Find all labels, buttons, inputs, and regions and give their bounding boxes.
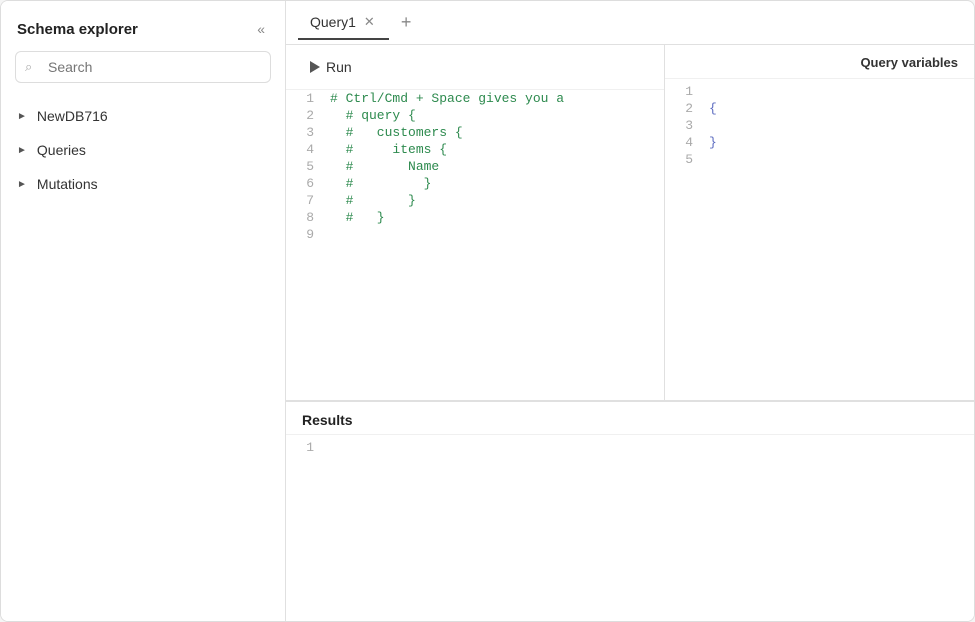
line-content	[705, 117, 974, 134]
line-content: # query {	[326, 107, 664, 124]
tab-add-button[interactable]: +	[393, 8, 420, 37]
line-content: # customers {	[326, 124, 664, 141]
line-number: 3	[665, 117, 705, 134]
line-number: 1	[286, 439, 326, 456]
variables-code[interactable]: 1 2 { 3 4 } 5	[665, 79, 974, 400]
sidebar: Schema explorer « ⌕ ► NewDB716 ► Queries…	[1, 1, 286, 621]
table-row: 5 # Name	[286, 158, 664, 175]
variables-panel: Query variables 1 2 { 3 4 } 5	[664, 45, 974, 400]
editor-area: Run 1 # Ctrl/Cmd + Space gives you a 2 #…	[286, 45, 974, 401]
tab-close-button[interactable]: ✕	[362, 14, 377, 30]
line-content: # }	[326, 209, 664, 226]
results-code: 1	[286, 435, 974, 460]
line-number: 2	[665, 100, 705, 117]
line-content: }	[705, 134, 974, 151]
table-row: 3 # customers {	[286, 124, 664, 141]
chevron-right-icon: ►	[17, 111, 27, 122]
line-number: 8	[286, 209, 326, 226]
line-content: # }	[326, 192, 664, 209]
code-table: 1 # Ctrl/Cmd + Space gives you a 2 # que…	[286, 90, 664, 243]
collapse-button[interactable]: «	[253, 19, 269, 39]
variables-header: Query variables	[665, 45, 974, 79]
line-content: # items {	[326, 141, 664, 158]
sidebar-title: Schema explorer	[17, 21, 138, 38]
line-number: 6	[286, 175, 326, 192]
sidebar-item-mutations[interactable]: ► Mutations	[1, 167, 285, 201]
app-container: Schema explorer « ⌕ ► NewDB716 ► Queries…	[0, 0, 975, 622]
results-area: Results 1	[286, 401, 974, 621]
table-row: 8 # }	[286, 209, 664, 226]
table-row: 1	[665, 83, 974, 100]
table-row: 4 }	[665, 134, 974, 151]
line-content	[326, 439, 334, 456]
table-row: 4 # items {	[286, 141, 664, 158]
sidebar-nav: ► NewDB716 ► Queries ► Mutations	[1, 95, 285, 621]
line-content: # Name	[326, 158, 664, 175]
tab-label: Query1	[310, 14, 356, 30]
table-row: 7 # }	[286, 192, 664, 209]
run-button[interactable]: Run	[302, 55, 360, 79]
line-number: 1	[665, 83, 705, 100]
results-header: Results	[286, 402, 974, 435]
sidebar-item-label: NewDB716	[37, 108, 108, 124]
run-label: Run	[326, 59, 352, 75]
line-number: 2	[286, 107, 326, 124]
table-row: 5	[665, 151, 974, 168]
line-content: # Ctrl/Cmd + Space gives you a	[326, 90, 664, 107]
table-row: 1 # Ctrl/Cmd + Space gives you a	[286, 90, 664, 107]
line-number: 5	[665, 151, 705, 168]
chevron-right-icon: ►	[17, 179, 27, 190]
line-number: 4	[286, 141, 326, 158]
query-editor: Run 1 # Ctrl/Cmd + Space gives you a 2 #…	[286, 45, 664, 400]
sidebar-item-newdb716[interactable]: ► NewDB716	[1, 99, 285, 133]
line-number: 7	[286, 192, 326, 209]
search-box: ⌕	[15, 51, 271, 83]
code-area[interactable]: 1 # Ctrl/Cmd + Space gives you a 2 # que…	[286, 90, 664, 400]
table-row: 9	[286, 226, 664, 243]
chevron-right-icon: ►	[17, 145, 27, 156]
line-number: 5	[286, 158, 326, 175]
tab-query1[interactable]: Query1 ✕	[298, 6, 389, 40]
sidebar-item-label: Mutations	[37, 176, 98, 192]
line-content: {	[705, 100, 974, 117]
res-table: 1	[286, 439, 334, 456]
table-row: 6 # }	[286, 175, 664, 192]
main-content: Query1 ✕ + Run 1 # Ctrl/Cmd + Space give…	[286, 1, 974, 621]
line-number: 1	[286, 90, 326, 107]
line-number: 9	[286, 226, 326, 243]
table-row: 3	[665, 117, 974, 134]
line-number: 4	[665, 134, 705, 151]
run-icon	[310, 61, 320, 73]
line-number: 3	[286, 124, 326, 141]
line-content	[705, 151, 974, 168]
table-row: 2 {	[665, 100, 974, 117]
line-content	[705, 83, 974, 100]
tab-bar: Query1 ✕ +	[286, 1, 974, 45]
sidebar-item-label: Queries	[37, 142, 86, 158]
run-bar: Run	[286, 45, 664, 90]
line-content: # }	[326, 175, 664, 192]
table-row: 2 # query {	[286, 107, 664, 124]
sidebar-item-queries[interactable]: ► Queries	[1, 133, 285, 167]
sidebar-header: Schema explorer «	[1, 1, 285, 51]
var-table: 1 2 { 3 4 } 5	[665, 83, 974, 168]
search-input[interactable]	[15, 51, 271, 83]
table-row: 1	[286, 439, 334, 456]
line-content	[326, 226, 664, 243]
search-icon: ⌕	[25, 59, 32, 75]
